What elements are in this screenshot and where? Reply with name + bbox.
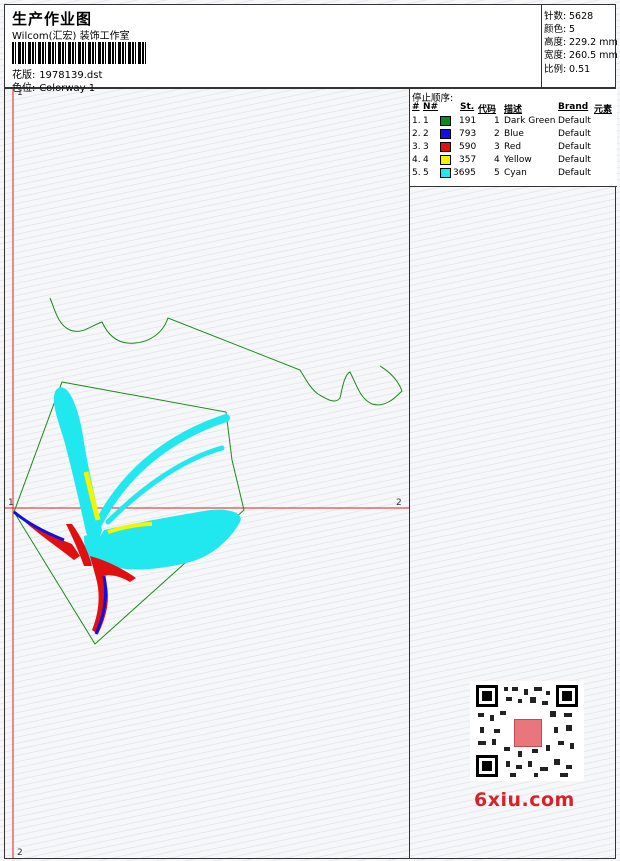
col-stitches: St. [460, 102, 475, 112]
col-number: N# [423, 102, 439, 112]
col-index: # [412, 102, 420, 112]
wing-upper [53, 387, 102, 543]
swatch-blue [440, 129, 451, 139]
marker-bottom: 2 [17, 848, 23, 858]
color-legend: 停止顺序: # N# St. 代码 描述 Brand 元素 1. 1 191 1… [410, 89, 617, 187]
col-desc: 描述 [504, 105, 523, 115]
legend-row: 2. 2 793 2 Blue Default [412, 129, 591, 139]
qr-center-seal [514, 719, 542, 747]
swatch-red [440, 142, 451, 152]
print-sheet: 生产作业图 Wilcom(汇宏) 装饰工作室 花版: 1978139.dst 色… [0, 0, 620, 861]
legend-row: 1. 1 191 1 Dark Green Default [412, 116, 591, 126]
marker-top: 1 [17, 88, 23, 98]
outline-upper [49, 297, 403, 406]
tail-left-blue [13, 510, 65, 542]
col-brand: Brand [558, 102, 589, 112]
qr-code [470, 681, 584, 781]
col-element: 元素 [594, 105, 613, 115]
legend-columns: # N# St. 代码 描述 Brand 元素 [410, 102, 617, 115]
marker-left: 1 [8, 498, 14, 508]
marker-right: 2 [396, 498, 402, 508]
swatch-yellow [440, 155, 451, 165]
watermark-site: 6xiu.com [474, 789, 575, 811]
col-code: 代码 [478, 105, 497, 115]
legend-row: 4. 4 357 4 Yellow Default [412, 155, 591, 165]
legend-row: 5. 5 3695 5 Cyan Default [412, 168, 591, 178]
swatch-cyan [440, 168, 451, 178]
legend-row: 3. 3 590 3 Red Default [412, 142, 591, 152]
swatch-dark-green [440, 116, 451, 126]
